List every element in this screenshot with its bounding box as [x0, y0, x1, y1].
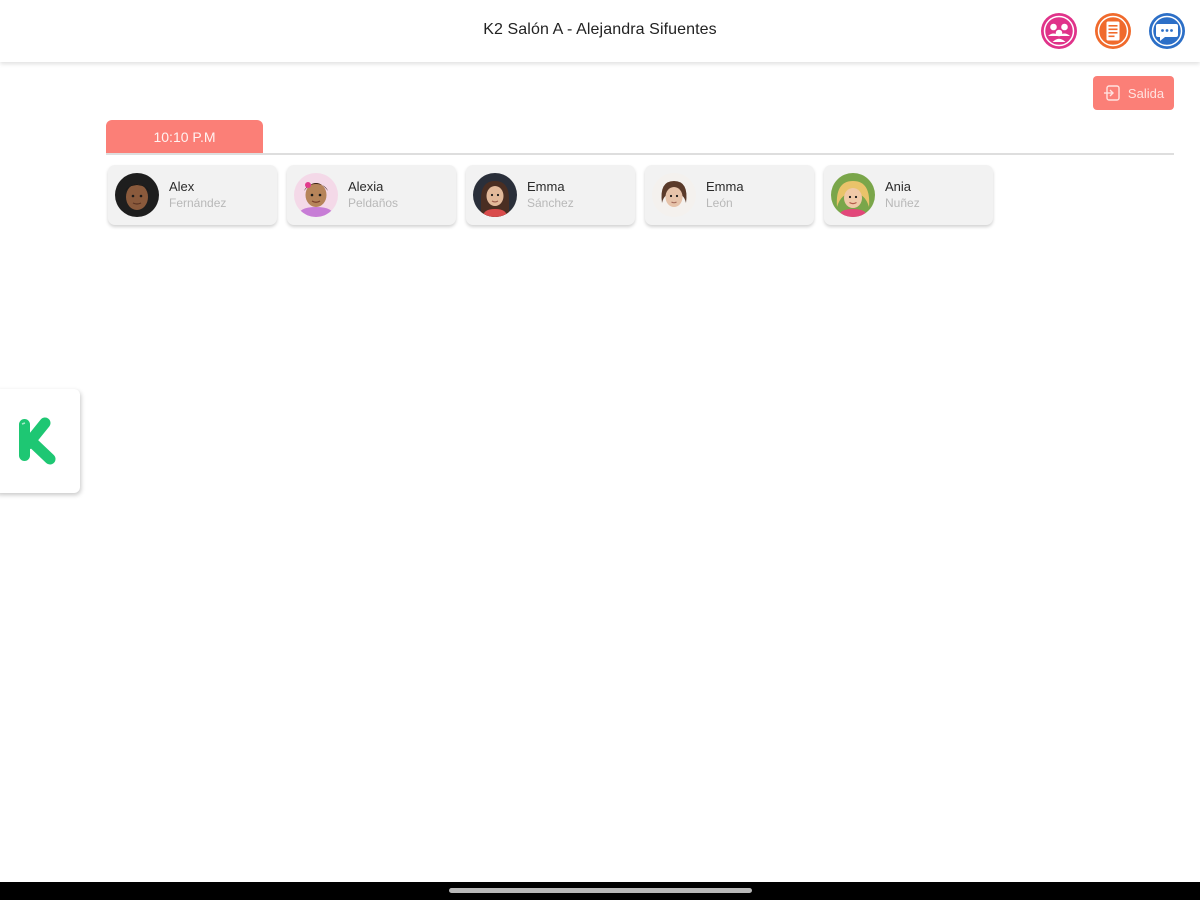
student-last-name: Nuñez	[885, 196, 920, 210]
student-list: Alex Fernández Alexia Peldaños Emma Sánc…	[108, 165, 993, 225]
home-indicator[interactable]	[449, 888, 752, 893]
exit-icon	[1103, 85, 1120, 101]
student-names: Ania Nuñez	[885, 178, 920, 212]
avatar	[473, 173, 517, 217]
student-names: Emma León	[706, 178, 744, 212]
exit-button-label: Salida	[1127, 85, 1165, 101]
student-names: Alex Fernández	[169, 178, 226, 212]
group-icon[interactable]	[1040, 12, 1078, 50]
system-navigation-bar	[0, 882, 1200, 900]
avatar	[652, 173, 696, 217]
chat-icon[interactable]	[1148, 12, 1186, 50]
k-logo-icon	[19, 417, 56, 465]
header-actions	[1040, 12, 1186, 50]
student-first-name: Ania	[885, 179, 912, 194]
tab-time-slot[interactable]: 10:10 P.M	[106, 120, 263, 154]
student-first-name: Alex	[169, 179, 195, 194]
student-last-name: Fernández	[169, 196, 227, 210]
student-last-name: Peldaños	[348, 196, 399, 210]
student-last-name: Sánchez	[527, 196, 574, 210]
student-first-name: Emma	[527, 179, 565, 194]
avatar	[294, 173, 338, 217]
student-first-name: Alexia	[348, 179, 384, 194]
student-card[interactable]: Alexia Peldaños	[287, 165, 456, 225]
app-header: K2 Salón A - Alejandra Sifuentes	[0, 0, 1200, 62]
avatar	[115, 173, 159, 217]
app-screen: K2 Salón A - Alejandra Sifuentes Salida …	[0, 0, 1200, 900]
page-title: K2 Salón A - Alejandra Sifuentes	[483, 21, 717, 38]
student-names: Emma Sánchez	[527, 178, 574, 212]
student-names: Alexia Peldaños	[348, 178, 398, 212]
avatar	[831, 173, 875, 217]
student-card[interactable]: Emma León	[645, 165, 814, 225]
exit-button[interactable]: Salida	[1093, 76, 1174, 110]
time-tab-label: 10:10 P.M	[153, 129, 216, 145]
tab-divider	[106, 153, 1174, 155]
student-last-name: León	[706, 196, 733, 210]
student-card[interactable]: Emma Sánchez	[466, 165, 635, 225]
side-brand-tab[interactable]	[0, 389, 80, 493]
student-first-name: Emma	[706, 179, 744, 194]
student-card[interactable]: Ania Nuñez	[824, 165, 993, 225]
student-card[interactable]: Alex Fernández	[108, 165, 277, 225]
document-icon[interactable]	[1094, 12, 1132, 50]
